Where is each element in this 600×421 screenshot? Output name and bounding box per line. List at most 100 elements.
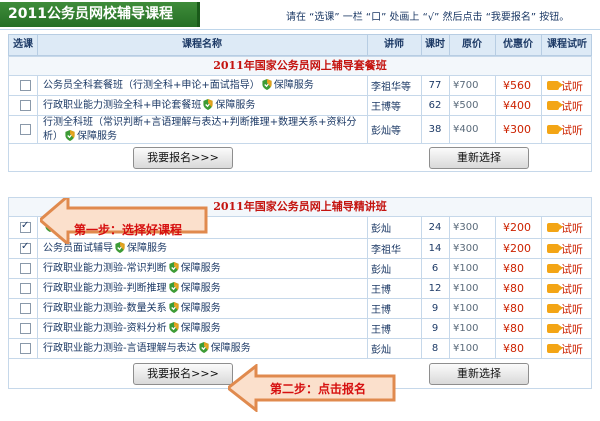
trial-label: 试听 xyxy=(561,282,583,296)
section-title: 2011年国家公务员网上辅导套餐班 xyxy=(8,56,592,76)
course-name-cell: 公务员全科套餐班（行测全科+申论+面试指导） 保障服务 xyxy=(37,78,314,93)
hours-cell: 6 xyxy=(431,263,439,274)
hours-cell: 9 xyxy=(431,323,439,334)
reset-button[interactable]: 重新选择 xyxy=(429,147,529,169)
discount-price-cell: ¥300 xyxy=(503,123,531,136)
discount-price-cell: ¥80 xyxy=(503,282,524,295)
original-price-cell: ¥100 xyxy=(453,263,479,274)
shield-icon xyxy=(167,261,181,274)
register-button[interactable]: 我要报名>>> xyxy=(133,147,233,169)
trial-link[interactable]: 试听 xyxy=(541,217,593,238)
instruction-text: 请在 “选课” 一栏 “口” 处画上 “√” 然后点击 “我要报名” 按钮。 xyxy=(286,12,570,23)
hours-cell: 38 xyxy=(428,124,442,135)
course-name-link[interactable]: 行政职业能力测验-判断推理 xyxy=(43,283,167,294)
table-row: 行政职业能力测验-言语理解与表达 保障服务 彭灿 8 ¥100 ¥80 试听 xyxy=(8,339,592,359)
trial-link[interactable]: 试听 xyxy=(541,239,593,258)
course-checkbox[interactable] xyxy=(20,323,31,334)
course-checkbox[interactable] xyxy=(20,241,31,254)
course-checkbox[interactable] xyxy=(20,343,31,354)
hours-cell: 24 xyxy=(428,222,442,233)
video-icon xyxy=(547,223,563,232)
discount-price-cell: ¥560 xyxy=(503,79,531,92)
video-icon xyxy=(547,244,563,253)
shield-icon xyxy=(167,301,181,314)
trial-label: 试听 xyxy=(561,123,583,137)
video-icon xyxy=(547,324,563,333)
hours-cell: 8 xyxy=(431,343,439,354)
trial-link[interactable]: 试听 xyxy=(541,299,593,318)
discount-price-cell: ¥80 xyxy=(503,322,524,335)
teacher-cell: 王博 xyxy=(371,325,391,336)
column-header-trial: 课程试听 xyxy=(547,39,587,50)
course-name-link[interactable]: 公务员全科套餐班（行测全科+申论+面试指导） xyxy=(43,80,260,91)
video-icon xyxy=(547,284,563,293)
course-checkbox[interactable] xyxy=(20,263,31,274)
reset-button[interactable]: 重新选择 xyxy=(429,363,529,385)
table-header: 选课 课程名称 讲师 课时 原价 优惠价 课程试听 xyxy=(8,34,592,56)
guarantee-label: 保障服务 xyxy=(215,99,256,111)
trial-label: 试听 xyxy=(561,262,583,276)
hours-cell: 14 xyxy=(428,243,442,254)
discount-price-cell: ¥80 xyxy=(503,342,524,355)
course-checkbox[interactable] xyxy=(20,220,31,233)
trial-label: 试听 xyxy=(561,342,583,356)
trial-link[interactable]: 试听 xyxy=(541,76,593,95)
column-header-hours: 课时 xyxy=(425,39,445,50)
original-price-cell: ¥300 xyxy=(453,243,479,254)
discount-price-cell: ¥200 xyxy=(503,242,531,255)
hours-cell: 77 xyxy=(428,80,442,91)
trial-link[interactable]: 试听 xyxy=(541,339,593,358)
video-icon xyxy=(547,81,563,90)
course-name-cell: 行政职业能力测验-数量关系 保障服务 xyxy=(37,301,221,316)
teacher-cell: 王博 xyxy=(371,285,391,296)
guarantee-label: 保障服务 xyxy=(180,302,221,314)
table-row: 行政职业能力测验-常识判断 保障服务 彭灿 6 ¥100 ¥80 试听 xyxy=(8,259,592,279)
course-checkbox[interactable] xyxy=(20,100,31,111)
course-name-cell: 行政职业能力测验-资料分析 保障服务 xyxy=(37,321,221,336)
trial-link[interactable]: 试听 xyxy=(541,259,593,278)
teacher-cell: 彭灿 xyxy=(371,345,391,356)
shield-icon xyxy=(167,281,181,294)
video-icon xyxy=(547,101,563,110)
video-icon xyxy=(547,264,563,273)
course-checkbox[interactable] xyxy=(20,80,31,91)
hours-cell: 62 xyxy=(428,100,442,111)
course-name-link[interactable]: 行政职业能力测验-资料分析 xyxy=(43,323,167,334)
course-name-link[interactable]: 行政职业能力测验全科+申论套餐班 xyxy=(43,100,201,111)
register-button[interactable]: 我要报名>>> xyxy=(133,363,233,385)
course-checkbox[interactable] xyxy=(20,303,31,314)
trial-link[interactable]: 试听 xyxy=(541,96,593,115)
original-price-cell: ¥100 xyxy=(453,283,479,294)
shield-icon xyxy=(167,321,181,334)
column-header-discount-price: 优惠价 xyxy=(503,39,533,50)
guarantee-label: 保障服务 xyxy=(180,322,221,334)
teacher-cell: 彭灿 xyxy=(371,224,391,235)
original-price-cell: ¥100 xyxy=(453,323,479,334)
shield-icon xyxy=(113,241,127,254)
page-header: 2011公务员网校辅导课程 请在 “选课” 一栏 “口” 处画上 “√” 然后点… xyxy=(0,0,600,30)
guarantee-label: 保障服务 xyxy=(180,262,221,274)
teacher-cell: 彭灿等 xyxy=(371,126,401,137)
course-checkbox[interactable] xyxy=(20,283,31,294)
page-title: 2011公务员网校辅导课程 xyxy=(0,2,200,27)
video-icon xyxy=(547,125,563,134)
guarantee-label: 保障服务 xyxy=(210,342,251,354)
course-name-link[interactable]: 行政职业能力测验-常识判断 xyxy=(43,263,167,274)
course-checkbox[interactable] xyxy=(20,124,31,135)
trial-link[interactable]: 试听 xyxy=(541,319,593,338)
hours-cell: 12 xyxy=(428,283,442,294)
original-price-cell: ¥400 xyxy=(453,124,479,135)
table-row: 行测全科班（常识判断+言语理解与表达+判断推理+数理关系+资料分析） 保障服务 彭灿… xyxy=(8,116,592,144)
discount-price-cell: ¥80 xyxy=(503,262,524,275)
trial-link[interactable]: 试听 xyxy=(541,279,593,298)
discount-price-cell: ¥400 xyxy=(503,99,531,112)
column-header-original-price: 原价 xyxy=(462,39,482,50)
course-name-link[interactable]: 行政职业能力测验-言语理解与表达 xyxy=(43,343,197,354)
shield-icon xyxy=(197,341,211,354)
trial-label: 试听 xyxy=(561,302,583,316)
course-name-link[interactable]: 公务员面试辅导 xyxy=(43,243,113,254)
course-name-link[interactable]: 行政职业能力测验-数量关系 xyxy=(43,303,167,314)
shield-icon xyxy=(201,98,215,111)
button-bar: 我要报名>>> 重新选择 xyxy=(8,144,592,172)
trial-link[interactable]: 试听 xyxy=(541,116,593,143)
